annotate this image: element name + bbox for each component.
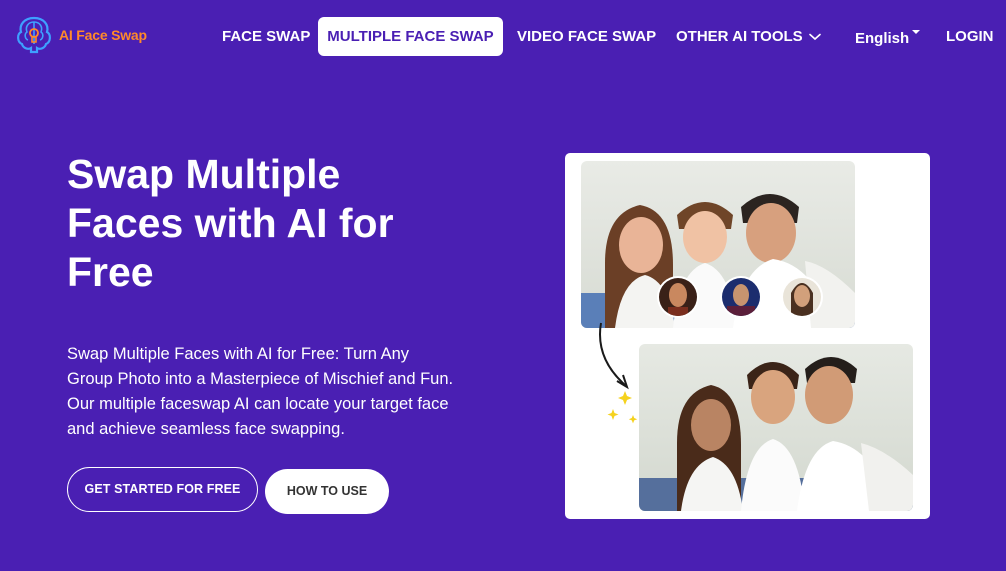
example-card bbox=[565, 153, 930, 519]
page: AI Face Swap FACE SWAP MULTIPLE FACE SWA… bbox=[0, 0, 1006, 571]
language-label: English bbox=[855, 29, 910, 47]
login-link[interactable]: LOGIN bbox=[946, 17, 994, 56]
nav-other-ai-tools-label: OTHER AI TOOLS bbox=[676, 28, 803, 45]
swapped-photo bbox=[639, 344, 913, 511]
avatar-1 bbox=[657, 276, 699, 318]
caret-down-icon bbox=[912, 30, 921, 34]
logo[interactable]: AI Face Swap bbox=[14, 16, 147, 54]
navbar: AI Face Swap FACE SWAP MULTIPLE FACE SWA… bbox=[0, 0, 1006, 74]
nav-face-swap[interactable]: FACE SWAP bbox=[222, 17, 310, 56]
hero-title: Swap Multiple Faces with AI for Free bbox=[67, 151, 394, 295]
avatar-3 bbox=[781, 276, 823, 318]
chevron-down-icon bbox=[808, 33, 821, 41]
get-started-button[interactable]: GET STARTED FOR FREE bbox=[67, 467, 258, 512]
nav-video-face-swap[interactable]: VIDEO FACE SWAP bbox=[517, 17, 656, 56]
language-selector[interactable]: English bbox=[855, 19, 921, 57]
logo-text: AI Face Swap bbox=[59, 27, 147, 43]
nav-other-ai-tools[interactable]: OTHER AI TOOLS bbox=[676, 17, 821, 56]
how-to-use-button[interactable]: HOW TO USE bbox=[265, 469, 389, 514]
nav-multiple-face-swap[interactable]: MULTIPLE FACE SWAP bbox=[318, 17, 503, 56]
brain-bulb-icon bbox=[14, 16, 54, 54]
hero-description: Swap Multiple Faces with AI for Free: Tu… bbox=[67, 345, 454, 438]
avatar-2 bbox=[720, 276, 762, 318]
